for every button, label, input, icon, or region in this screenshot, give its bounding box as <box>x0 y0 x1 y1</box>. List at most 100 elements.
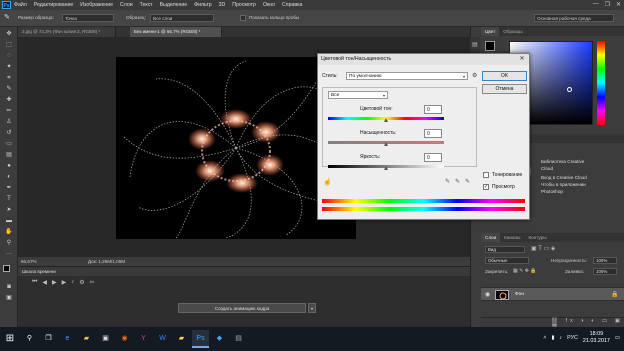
create-frame-animation-button[interactable]: Создать анимацию кадра <box>178 303 306 313</box>
tray-expand-icon[interactable]: ˄ <box>543 335 546 341</box>
menu-view[interactable]: Просмотр <box>232 2 256 8</box>
split-icon[interactable]: ✂ <box>90 279 95 288</box>
cc-sign-in[interactable]: Вход в Creative Cloud <box>541 175 587 180</box>
preview-checkbox[interactable]: ✓ <box>483 184 489 190</box>
saturation-input[interactable]: 0 <box>424 129 442 138</box>
close-window-button[interactable]: ✕ <box>616 1 621 8</box>
eraser-tool-icon[interactable]: ▭ <box>4 140 14 148</box>
notifications-icon[interactable]: ▭ <box>615 335 620 341</box>
eyedropper-tool-icon[interactable]: ✎ <box>4 13 10 21</box>
tab-paths[interactable]: Контуры <box>524 233 550 242</box>
file-explorer-icon[interactable]: ▰ <box>78 330 95 348</box>
tab-document-1[interactable]: 3.jpg @ 73,3% (Фон копия 2, RGB/8) * <box>18 27 116 37</box>
color-picker-ring[interactable] <box>567 87 572 92</box>
edge-browser-icon[interactable]: e <box>59 330 76 348</box>
pen-tool-icon[interactable]: ✒ <box>4 184 14 192</box>
language-indicator[interactable]: РУС <box>567 335 578 341</box>
saturation-slider-thumb[interactable] <box>383 142 388 146</box>
app2-taskbar-icon[interactable]: ▤ <box>230 330 247 348</box>
quick-mask-icon[interactable]: ◙ <box>4 283 14 291</box>
dodge-tool-icon[interactable]: ◐ <box>4 173 14 181</box>
hue-input[interactable]: 0 <box>424 105 442 114</box>
path-select-icon[interactable]: ➤ <box>4 206 14 214</box>
history-brush-icon[interactable]: ↺ <box>4 129 14 137</box>
task-view-icon[interactable]: ❐ <box>40 330 57 348</box>
eyedropper-plus-icon[interactable]: ✎ <box>455 178 460 185</box>
menu-layers[interactable]: Слои <box>120 2 133 8</box>
tab-color[interactable]: Цвет <box>481 27 500 36</box>
dialog-close-button[interactable]: ✕ <box>517 55 527 64</box>
fill-input[interactable]: 100% <box>593 268 617 275</box>
gradient-tool-icon[interactable]: ▤ <box>4 151 14 159</box>
colorize-checkbox[interactable] <box>483 172 489 178</box>
visibility-eye-icon[interactable]: ◉ <box>485 291 490 298</box>
menu-window[interactable]: Окно <box>263 2 275 8</box>
eyedropper-icon[interactable]: ✎ <box>445 178 450 185</box>
color-foreground-swatch[interactable] <box>485 41 495 51</box>
prev-frame-icon[interactable]: ◀ <box>42 279 47 288</box>
lightness-slider-thumb[interactable] <box>383 166 388 170</box>
tab-swatches[interactable]: Образцы <box>499 27 526 36</box>
first-frame-icon[interactable]: ⏮ <box>32 279 37 288</box>
store-icon[interactable]: ▣ <box>97 330 114 348</box>
next-frame-icon[interactable]: ▶ <box>62 279 67 288</box>
app-taskbar-icon[interactable]: ◆ <box>211 330 228 348</box>
maximize-button[interactable]: ❐ <box>605 1 610 8</box>
network-icon[interactable]: ▮ <box>551 335 554 341</box>
tab-layers[interactable]: Слои <box>481 233 501 242</box>
menu-edit[interactable]: Редактирование <box>34 2 74 8</box>
hand-tool-icon[interactable]: ✋ <box>4 228 14 236</box>
dialog-title[interactable]: Цветовой тон/Насыщенность <box>318 54 529 65</box>
menu-type[interactable]: Текст <box>140 2 153 8</box>
hue-slider-thumb[interactable] <box>383 118 388 122</box>
audio-icon[interactable]: ♪ <box>71 279 74 288</box>
volume-icon[interactable]: ♪ <box>559 335 562 341</box>
menu-select[interactable]: Выделение <box>160 2 188 8</box>
layer-kind-select[interactable]: Вид <box>485 246 525 253</box>
layer-filter-icons[interactable]: ▣ T ▭ ◈ <box>531 245 555 254</box>
tab-channels[interactable]: Каналы <box>500 233 524 242</box>
shape-tool-icon[interactable]: ▬ <box>4 217 14 225</box>
marquee-tool-icon[interactable]: ⬚ <box>4 41 14 49</box>
channel-select[interactable]: Все ▾ <box>328 91 388 99</box>
clock[interactable]: 18:09 21.03.2017 <box>583 331 610 345</box>
play-icon[interactable]: ▶ <box>52 279 57 288</box>
style-select[interactable]: По умолчанию ▾ <box>346 72 468 80</box>
sample-size-select[interactable]: Точка <box>62 14 114 22</box>
zoom-tool-icon[interactable]: ⚲ <box>4 239 14 247</box>
cancel-button[interactable]: Отмена <box>482 84 527 94</box>
ok-button[interactable]: OK <box>482 71 527 81</box>
lock-icons[interactable]: ▦ ✎ ✥ 🔒 <box>513 267 537 276</box>
layers-footer-icons[interactable]: ⛓ fx ◑ ◐ ▭ ▣ 🗑 <box>481 317 624 330</box>
type-tool-icon[interactable]: T <box>4 195 14 203</box>
eyedropper-icon[interactable]: ✎ <box>4 85 14 93</box>
search-icon[interactable]: ⚲ <box>21 330 38 348</box>
sample-select[interactable]: Все слои <box>150 14 214 22</box>
brush-tool-icon[interactable]: ✏ <box>4 107 14 115</box>
opacity-input[interactable]: 100% <box>593 257 617 264</box>
timeline-title[interactable]: Шкала времени <box>22 269 56 274</box>
workspace-select[interactable]: Основная рабочая среда <box>534 14 614 22</box>
menu-image[interactable]: Изображение <box>80 2 113 8</box>
create-animation-dropdown[interactable]: ▾ <box>308 303 316 313</box>
lightness-input[interactable]: 0 <box>424 153 442 162</box>
minimize-button[interactable]: — <box>593 1 599 8</box>
blend-mode-select[interactable]: Обычные <box>485 257 529 264</box>
layer-row[interactable]: ◉ Фон 🔒 <box>481 287 624 301</box>
screen-mode-icon[interactable]: ▣ <box>4 294 14 302</box>
history-panel-icon[interactable]: ▤ <box>472 41 478 48</box>
foreground-color-swatch[interactable] <box>3 265 10 272</box>
healing-brush-icon[interactable]: ✚ <box>4 96 14 104</box>
start-button[interactable]: ⊞ <box>0 327 20 351</box>
firefox-icon[interactable]: ◉ <box>116 330 133 348</box>
yandex-browser-icon[interactable]: Y <box>135 330 152 348</box>
tab-document-2[interactable]: Без имени-1 @ 66,7% (RGB/8) * <box>130 27 222 37</box>
eyedropper-minus-icon[interactable]: ✎ <box>465 178 470 185</box>
folder-icon[interactable]: ▰ <box>173 330 190 348</box>
photoshop-taskbar-icon[interactable]: Ps <box>192 330 209 348</box>
show-ring-checkbox[interactable] <box>240 15 246 21</box>
more-tools-icon[interactable]: ··· <box>4 250 14 258</box>
layer-name[interactable]: Фон <box>515 292 524 297</box>
hue-slider[interactable] <box>597 41 605 125</box>
blur-tool-icon[interactable]: ● <box>4 162 14 170</box>
